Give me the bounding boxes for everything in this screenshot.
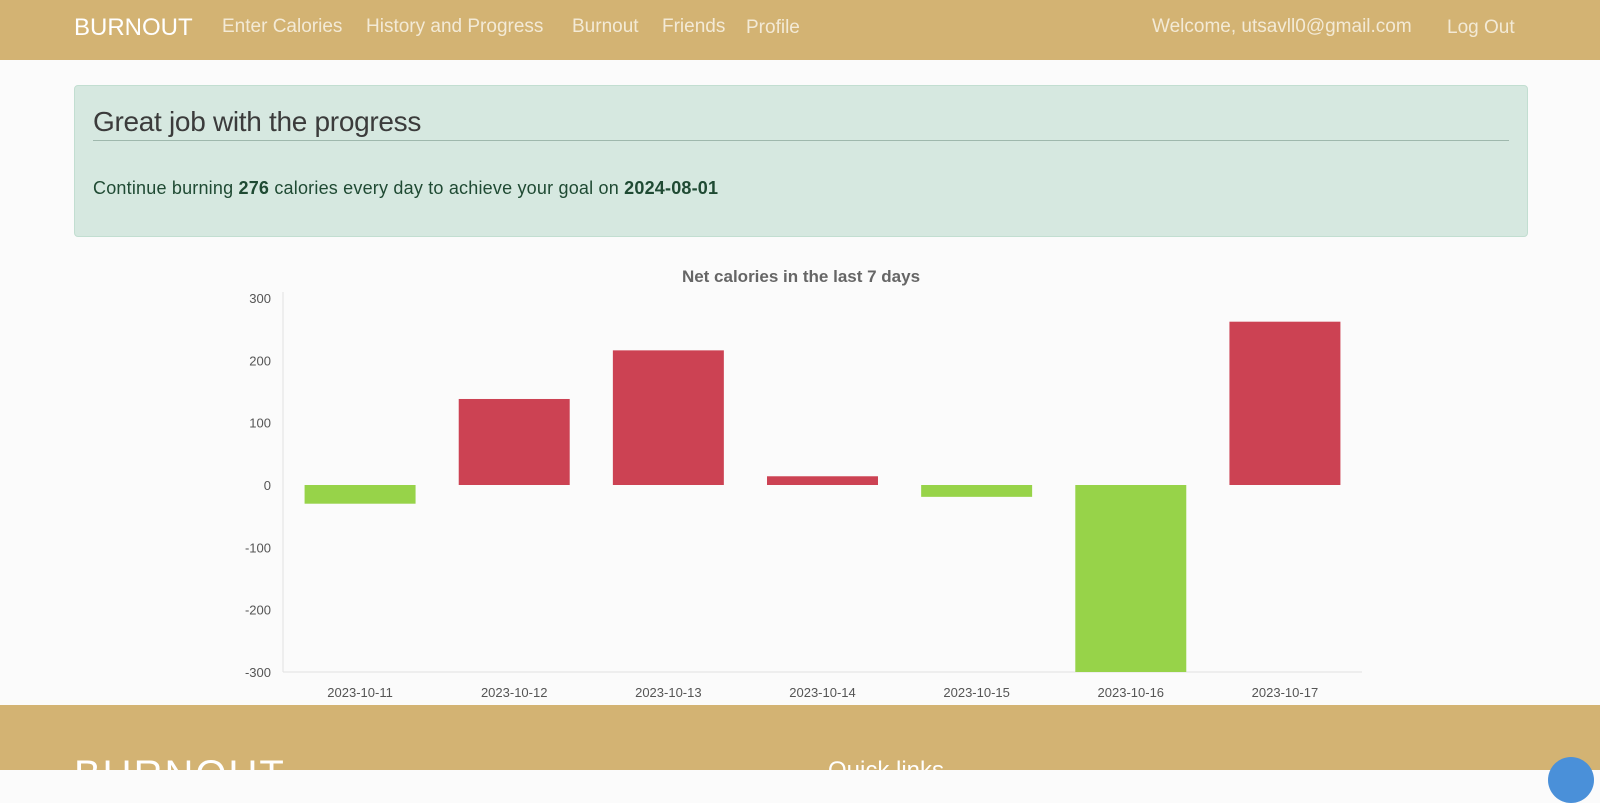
nav-link-history-progress[interactable]: History and Progress [366, 16, 543, 38]
nav-link-profile[interactable]: Profile [746, 17, 800, 39]
nav-link-friends[interactable]: Friends [662, 16, 725, 38]
bar-2023-10-15 [921, 485, 1033, 497]
logout-link[interactable]: Log Out [1447, 17, 1515, 39]
y-tick-label: 0 [264, 478, 271, 493]
y-tick-label: -100 [245, 540, 271, 555]
x-tick-label: 2023-10-17 [1252, 685, 1319, 700]
y-tick-label: -200 [245, 603, 271, 618]
y-tick-label: -300 [245, 665, 271, 680]
y-tick-label: 200 [249, 353, 271, 368]
welcome-text: Welcome, utsavll0@gmail.com [1152, 16, 1412, 37]
nav-link-burnout[interactable]: Burnout [572, 16, 639, 38]
x-tick-label: 2023-10-12 [481, 685, 548, 700]
bar-2023-10-11 [304, 485, 416, 504]
alert-text-middle: calories every day to achieve your goal … [269, 178, 625, 198]
x-tick-label: 2023-10-13 [635, 685, 702, 700]
x-tick-label: 2023-10-15 [943, 685, 1010, 700]
bar-2023-10-17 [1229, 321, 1341, 485]
goal-date: 2024-08-01 [624, 178, 719, 198]
calories-value: 276 [238, 178, 270, 198]
alert-divider [93, 140, 1509, 141]
brand-link[interactable]: BURNOUT [74, 14, 193, 42]
net-calories-chart: Net calories in the last 7 days 300 200 100… [245, 267, 1362, 700]
alert-text-before: Continue burning [93, 178, 239, 198]
chart-title: Net calories in the last 7 days [682, 267, 920, 286]
y-tick-label: 100 [249, 416, 271, 431]
alert-message: Continue burning 276 calories every day … [93, 178, 718, 199]
footer: BURNOUT Quick links [0, 705, 1600, 770]
progress-alert: Great job with the progress Continue bur… [74, 85, 1528, 237]
bar-2023-10-14 [767, 476, 878, 485]
quick-links-title: Quick links [828, 757, 944, 770]
x-tick-label: 2023-10-14 [789, 685, 856, 700]
x-tick-label: 2023-10-16 [1098, 685, 1165, 700]
alert-title: Great job with the progress [93, 106, 422, 137]
top-navbar: BURNOUT Enter Calories History and Progr… [0, 0, 1600, 60]
footer-brand: BURNOUT [74, 753, 286, 770]
bar-2023-10-12 [458, 398, 570, 485]
x-tick-label: 2023-10-11 [327, 685, 393, 700]
bar-2023-10-13 [612, 350, 724, 485]
bar-2023-10-16 [1075, 485, 1187, 672]
chat-bubble-icon[interactable] [1548, 757, 1594, 803]
nav-link-enter-calories[interactable]: Enter Calories [222, 16, 342, 38]
y-tick-label: 300 [249, 291, 271, 306]
